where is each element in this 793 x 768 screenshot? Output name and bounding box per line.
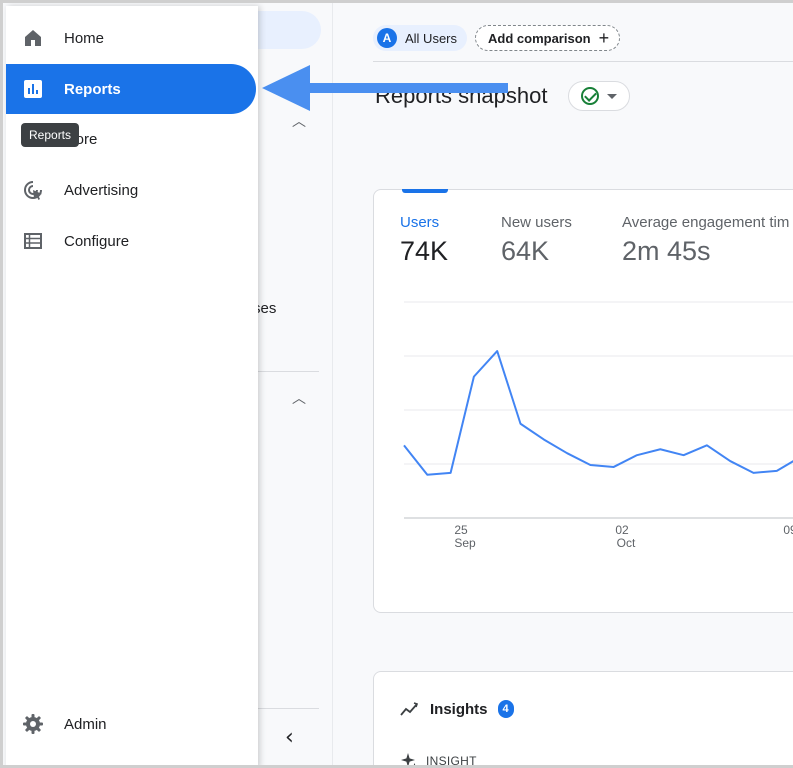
users-line-chart[interactable]: 25Sep 02Oct 09	[374, 190, 793, 614]
annotation-arrow-icon	[262, 65, 508, 111]
segment-chip-all-users[interactable]: A All Users	[373, 25, 468, 51]
segment-label: All Users	[405, 30, 458, 46]
gear-icon	[22, 713, 44, 735]
insight-label-text: INSIGHT	[426, 754, 477, 768]
reports-icon	[22, 78, 44, 100]
check-circle-icon	[581, 87, 599, 105]
collapse-chevron-left-icon[interactable]: ‹	[285, 725, 294, 750]
nav-item-label: Advertising	[64, 181, 139, 199]
plus-icon: +	[598, 27, 610, 48]
overview-card: Users 74K New users 64K Average engageme…	[373, 189, 793, 613]
nav-item-reports[interactable]: Reports	[6, 64, 256, 114]
x-tick-day-label: 09	[783, 523, 793, 537]
x-tick-month-label: Sep	[454, 536, 476, 550]
x-tick-month-label: Oct	[617, 536, 636, 550]
left-navigation: Home Reports plore Advertising Configure…	[6, 6, 258, 765]
comparison-bar: A All Users Add comparison +	[373, 25, 621, 51]
add-comparison-label: Add comparison	[488, 30, 591, 46]
users-series-line[interactable]	[403, 350, 793, 476]
nav-item-configure[interactable]: Configure	[6, 216, 256, 266]
caret-down-icon	[607, 93, 617, 99]
segment-avatar: A	[377, 28, 397, 48]
x-tick-day-label: 02	[615, 523, 629, 537]
insights-header[interactable]: Insights 4	[400, 700, 514, 718]
nav-item-advertising[interactable]: Advertising	[6, 165, 256, 215]
app-frame: ︿ ses ︿ ‹ A All Users Add comparison + R…	[0, 0, 793, 768]
nav-item-admin[interactable]: Admin	[6, 699, 256, 749]
home-icon	[22, 27, 44, 49]
subpanel-divider	[253, 371, 319, 372]
advertising-icon	[22, 179, 44, 201]
nav-item-label: Home	[64, 29, 105, 47]
reports-tooltip: Reports	[21, 123, 80, 147]
x-tick-day-label: 25	[454, 523, 468, 537]
add-comparison-button[interactable]: Add comparison +	[475, 25, 621, 51]
insight-item-label: INSIGHT	[400, 752, 477, 768]
nav-item-home[interactable]: Home	[6, 13, 256, 63]
nav-item-label: Admin	[64, 715, 107, 733]
insights-title: Insights	[430, 700, 488, 718]
configure-icon	[22, 230, 44, 252]
insights-card: Insights 4 INSIGHT	[373, 671, 793, 768]
main-content: A All Users Add comparison + Reports sna…	[333, 3, 793, 768]
subpanel-divider	[253, 708, 319, 709]
sparkle-icon	[401, 753, 416, 765]
insights-trend-icon	[400, 702, 419, 716]
chevron-up-icon[interactable]: ︿	[292, 388, 306, 408]
data-quality-status-button[interactable]	[568, 81, 630, 111]
nav-item-label: Configure	[64, 232, 130, 250]
nav-item-label: Reports	[64, 80, 121, 98]
insights-count-badge: 4	[497, 700, 514, 718]
